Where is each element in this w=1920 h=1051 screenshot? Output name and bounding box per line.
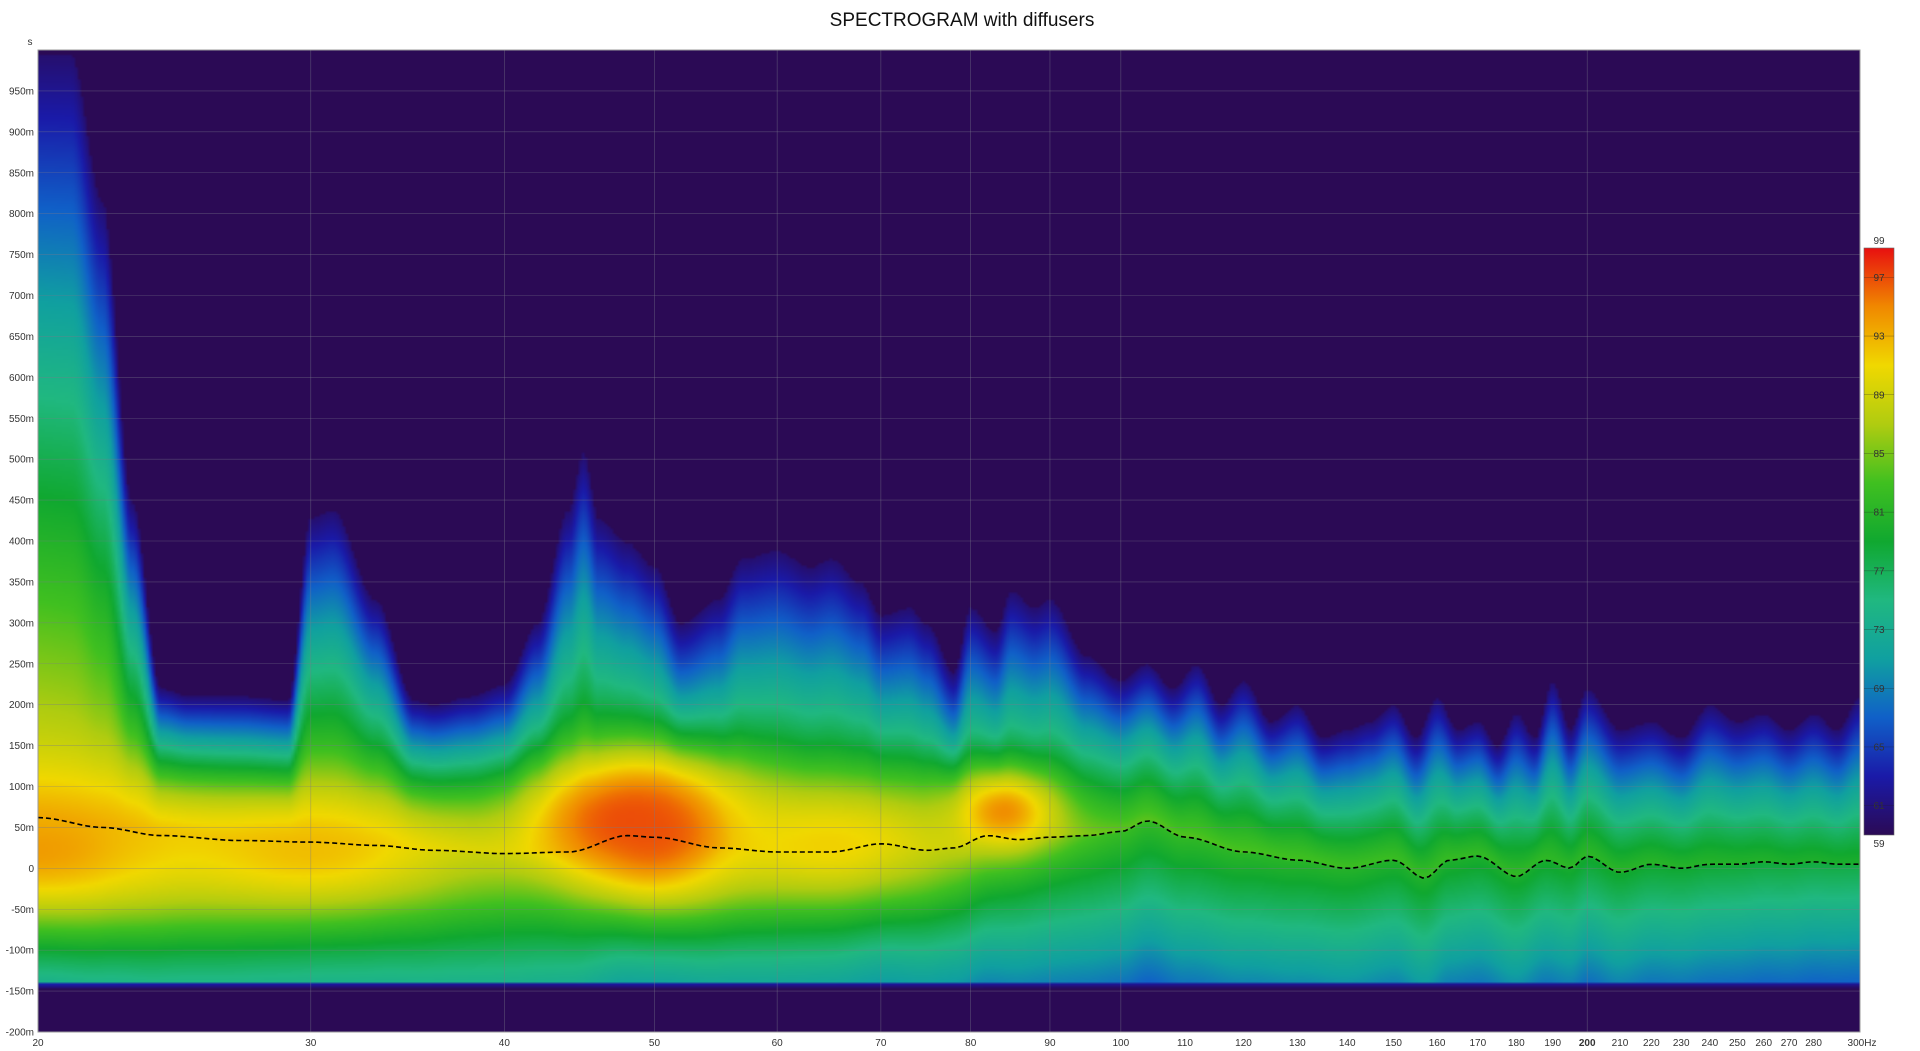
color-scale-label: 77 [1873, 566, 1885, 577]
y-tick-label: 250m [9, 659, 34, 670]
color-scale-label: 89 [1873, 390, 1885, 401]
x-minor-tick-label: 110 [1177, 1038, 1193, 1049]
x-tick-label: 100 [1113, 1038, 1130, 1049]
color-scale-label: 85 [1873, 449, 1885, 460]
x-minor-tick-label: 190 [1544, 1038, 1561, 1049]
y-tick-label: 750m [9, 250, 34, 261]
x-minor-tick-label: 240 [1702, 1038, 1719, 1049]
x-minor-tick-label: 160 [1429, 1038, 1446, 1049]
x-minor-tick-label: 150 [1385, 1038, 1402, 1049]
y-tick-label: 0 [28, 864, 34, 875]
x-tick-label: 90 [1044, 1038, 1056, 1049]
x-tick-label: 200 [1579, 1038, 1596, 1049]
y-tick-label: 950m [9, 86, 34, 97]
x-minor-tick-label: 210 [1612, 1038, 1629, 1049]
x-minor-tick-label: 220 [1643, 1038, 1660, 1049]
x-axis: 20 30 40 50 60 70 80 90 100 200 110 120 130 140 150 160… [32, 1038, 1876, 1049]
y-tick-label: -50m [11, 905, 34, 916]
y-tick-label: 500m [9, 455, 34, 466]
y-tick-label: 900m [9, 127, 34, 138]
y-tick-label: 350m [9, 577, 34, 588]
x-axis-end-label: 300Hz [1848, 1038, 1877, 1049]
x-minor-tick-label: 260 [1755, 1038, 1772, 1049]
x-minor-tick-label: 120 [1235, 1038, 1252, 1049]
y-tick-label: 600m [9, 373, 34, 384]
y-tick-label: 100m [9, 782, 34, 793]
chart-title: SPECTROGRAM with diffusers [830, 10, 1095, 31]
color-scale-label: 97 [1873, 273, 1885, 284]
y-tick-label: 400m [9, 537, 34, 548]
y-tick-label: -150m [6, 987, 34, 998]
color-scale-label: 69 [1873, 684, 1885, 695]
x-tick-label: 70 [875, 1038, 887, 1049]
y-tick-label: 300m [9, 618, 34, 629]
x-minor-tick-label: 130 [1289, 1038, 1306, 1049]
x-tick-label: 50 [649, 1038, 661, 1049]
y-axis: s 950m 900m 850m 800m 750m 700m 650m 600m 550m 500… [6, 37, 35, 1039]
y-tick-label: -100m [6, 946, 34, 957]
x-minor-tick-label: 280 [1805, 1038, 1822, 1049]
y-tick-label: 550m [9, 414, 34, 425]
x-tick-label: 80 [965, 1038, 977, 1049]
x-minor-tick-label: 170 [1470, 1038, 1487, 1049]
y-tick-label: 850m [9, 168, 34, 179]
y-tick-label: 150m [9, 741, 34, 752]
x-minor-tick-label: 180 [1508, 1038, 1525, 1049]
color-scale-label: 99 [1873, 236, 1885, 247]
x-minor-tick-label: 230 [1673, 1038, 1690, 1049]
x-tick-label: 40 [499, 1038, 511, 1049]
y-tick-label: 50m [15, 823, 34, 834]
x-minor-tick-label: 140 [1339, 1038, 1356, 1049]
color-scale-label: 65 [1873, 742, 1885, 753]
spectrogram-chart: SPECTROGRAM with diffusers s 950m 900m 850m… [0, 0, 1920, 1051]
y-axis-unit-label: s [28, 37, 33, 48]
color-scale-legend: 99 97 93 89 85 81 77 73 69 65 61 59 [1863, 236, 1895, 850]
color-scale-label: 81 [1873, 508, 1885, 519]
y-tick-label: -200m [6, 1028, 34, 1039]
color-scale-label: 93 [1873, 332, 1885, 343]
x-tick-label: 20 [32, 1038, 44, 1049]
x-tick-label: 30 [305, 1038, 317, 1049]
y-tick-label: 700m [9, 291, 34, 302]
y-tick-label: 650m [9, 332, 34, 343]
color-scale-label: 73 [1873, 625, 1885, 636]
plot-area [37, 49, 1861, 1033]
chart-svg: SPECTROGRAM with diffusers s 950m 900m 850m… [6, 10, 1895, 1049]
color-scale-label: 61 [1873, 801, 1885, 812]
y-tick-label: 450m [9, 496, 34, 507]
y-tick-label: 800m [9, 209, 34, 220]
y-tick-label: 200m [9, 700, 34, 711]
color-scale-label: 59 [1873, 839, 1885, 850]
x-minor-tick-label: 250 [1729, 1038, 1746, 1049]
x-minor-tick-label: 270 [1781, 1038, 1798, 1049]
x-tick-label: 60 [772, 1038, 784, 1049]
